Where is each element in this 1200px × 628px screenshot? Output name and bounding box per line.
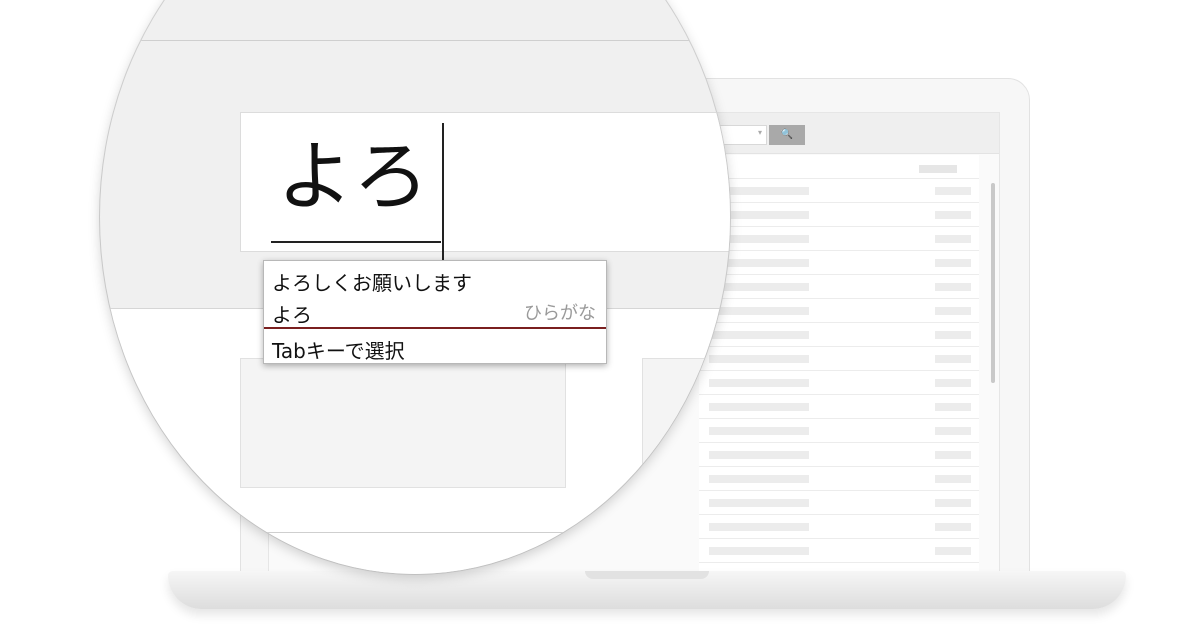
placeholder-bar bbox=[935, 547, 971, 555]
list-item[interactable] bbox=[699, 467, 979, 491]
ime-candidate[interactable]: よろ ひらがな bbox=[272, 299, 596, 328]
placeholder-bar bbox=[935, 283, 971, 291]
ime-candidate[interactable]: よろしくお願いします bbox=[272, 267, 596, 296]
list-item[interactable] bbox=[699, 227, 979, 251]
search-icon: 🔍 bbox=[780, 129, 794, 140]
placeholder-bar bbox=[935, 427, 971, 435]
list-item[interactable] bbox=[699, 539, 979, 563]
placeholder-bar bbox=[935, 187, 971, 195]
divider bbox=[264, 327, 606, 329]
content-panel bbox=[240, 358, 566, 488]
list-item[interactable] bbox=[699, 347, 979, 371]
search-button[interactable]: 🔍 bbox=[769, 125, 805, 145]
content-panel bbox=[642, 358, 730, 488]
placeholder-bar bbox=[935, 499, 971, 507]
divider bbox=[100, 40, 730, 41]
placeholder-bar bbox=[935, 403, 971, 411]
placeholder-bar bbox=[935, 523, 971, 531]
list-item[interactable] bbox=[699, 371, 979, 395]
list-item[interactable] bbox=[699, 251, 979, 275]
placeholder-bar bbox=[935, 379, 971, 387]
text-cursor bbox=[442, 123, 444, 275]
placeholder-bar bbox=[935, 475, 971, 483]
list-item[interactable] bbox=[699, 299, 979, 323]
ime-hint: Tabキーで選択 bbox=[272, 339, 405, 363]
composition-underline bbox=[271, 241, 441, 243]
magnifier-lens: よろ よろしくお願いします よろ ひらがな Tabキーで選択 bbox=[100, 0, 730, 574]
divider bbox=[100, 532, 730, 533]
list-header-chip bbox=[919, 165, 957, 173]
list-item[interactable] bbox=[699, 491, 979, 515]
list-item[interactable] bbox=[699, 323, 979, 347]
placeholder-bar bbox=[935, 235, 971, 243]
scrollbar[interactable] bbox=[991, 183, 995, 383]
placeholder-bar bbox=[935, 451, 971, 459]
placeholder-bar bbox=[935, 211, 971, 219]
ime-candidate-popup: よろしくお願いします よろ ひらがな Tabキーで選択 bbox=[263, 260, 607, 364]
placeholder-bar bbox=[935, 307, 971, 315]
placeholder-bar bbox=[935, 355, 971, 363]
placeholder-bar bbox=[935, 259, 971, 267]
list-item[interactable] bbox=[699, 203, 979, 227]
list-header bbox=[699, 155, 979, 179]
dropdown-arrow-icon[interactable]: ▾ bbox=[758, 128, 762, 137]
list-item[interactable] bbox=[699, 275, 979, 299]
candidate-type-label: ひらがな bbox=[524, 303, 596, 324]
candidate-text: よろしくお願いします bbox=[272, 271, 472, 295]
search-input[interactable]: よろ bbox=[240, 112, 730, 275]
result-list bbox=[699, 155, 979, 573]
composing-text: よろ bbox=[277, 132, 429, 221]
list-item[interactable] bbox=[699, 179, 979, 203]
candidate-text: よろ bbox=[272, 303, 312, 327]
list-item[interactable] bbox=[699, 419, 979, 443]
list-item[interactable] bbox=[699, 395, 979, 419]
placeholder-bar bbox=[935, 331, 971, 339]
list-item[interactable] bbox=[699, 515, 979, 539]
list-item[interactable] bbox=[699, 443, 979, 467]
